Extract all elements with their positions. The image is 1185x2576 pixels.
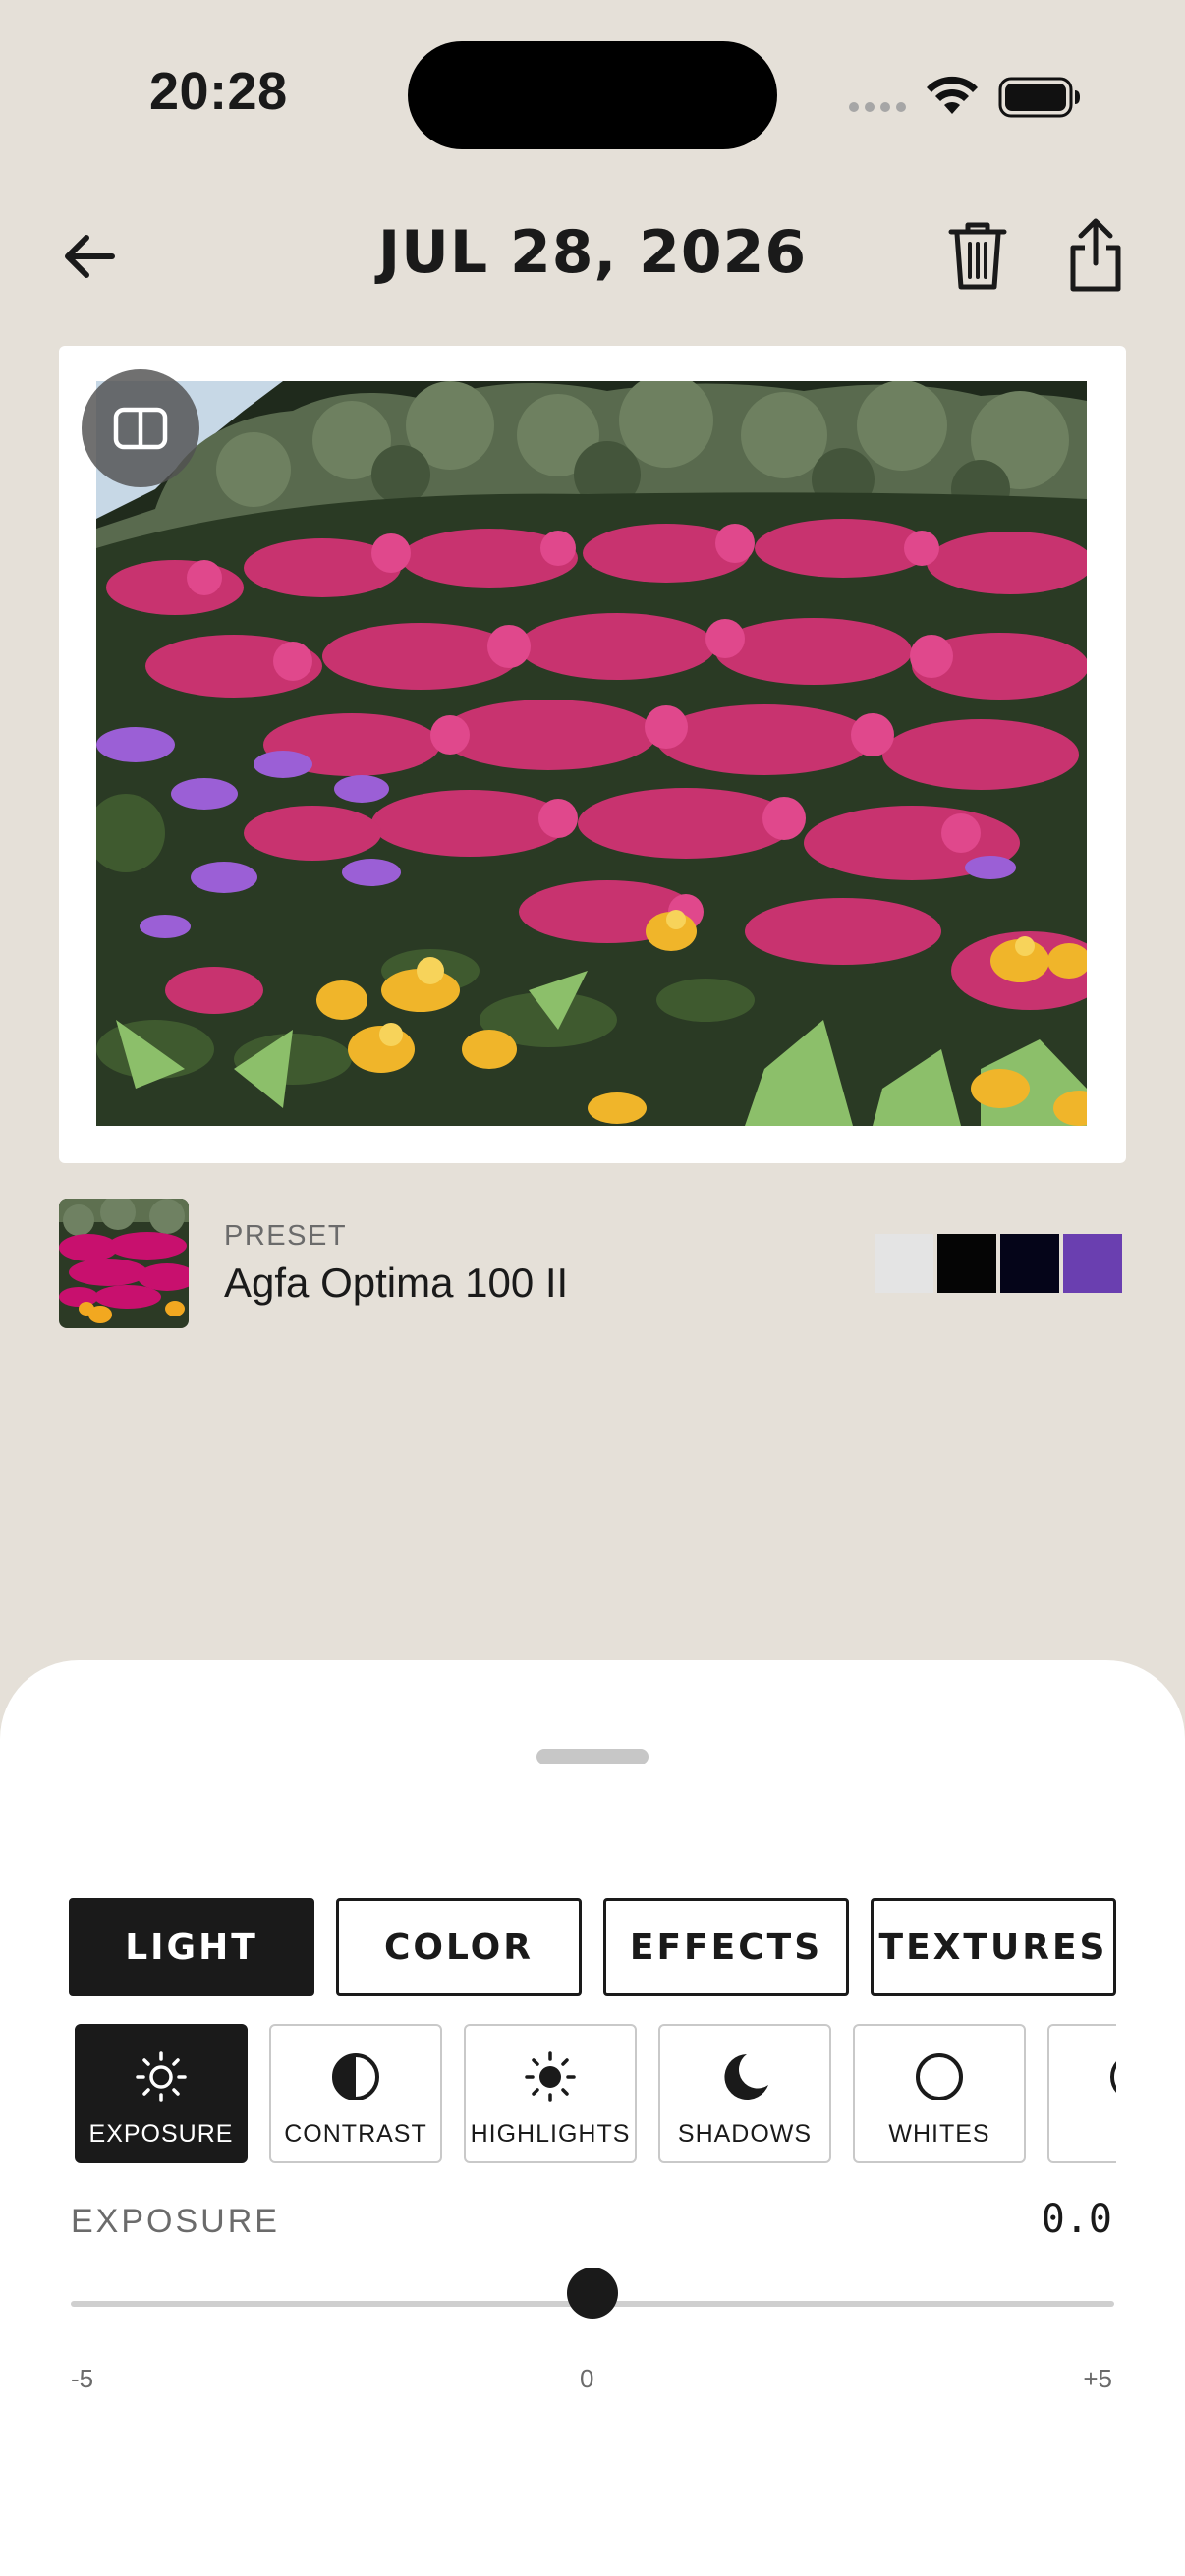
share-icon <box>1070 218 1121 292</box>
tool-blacks[interactable]: BL <box>1047 2024 1116 2163</box>
tool-highlights[interactable]: HIGHLIGHTS <box>464 2024 637 2163</box>
color-swatch <box>875 1234 933 1293</box>
exposure-slider-thumb[interactable] <box>567 2268 618 2319</box>
color-palette <box>875 1234 1122 1293</box>
preset-name[interactable]: Agfa Optima 100 II <box>224 1260 568 1307</box>
dynamic-island <box>408 41 777 149</box>
split-view-icon <box>113 407 168 450</box>
tab-color[interactable]: COLOR <box>336 1898 582 1996</box>
status-time: 20:28 <box>149 62 288 121</box>
moon-icon <box>724 2054 768 2100</box>
tab-light[interactable]: LIGHT <box>69 1898 314 1996</box>
wifi-icon <box>927 76 978 114</box>
half-circle-icon <box>332 2053 379 2100</box>
tool-label: HIGHLIGHTS <box>470 2120 631 2148</box>
tool-label: SHADOWS <box>677 2120 813 2148</box>
trash-icon <box>948 222 1007 290</box>
delete-button[interactable] <box>943 218 1012 293</box>
tool-exposure[interactable]: EXPOSURE <box>75 2024 248 2163</box>
color-swatch <box>937 1234 996 1293</box>
tool-contrast[interactable]: CONTRAST <box>269 2024 442 2163</box>
compare-button[interactable] <box>82 369 199 487</box>
battery-icon <box>998 77 1080 118</box>
color-swatch <box>1063 1234 1122 1293</box>
color-swatch <box>1000 1234 1059 1293</box>
tool-shadows[interactable]: SHADOWS <box>658 2024 831 2163</box>
tool-label: CONTRAST <box>284 2120 427 2148</box>
sun-outline-icon <box>136 2051 187 2102</box>
tool-strip[interactable]: EXPOSURE CONTRAST HIGHLIGHTS SHADOWS WHI… <box>75 2024 1116 2167</box>
cellular-signal-icon <box>849 102 906 112</box>
slider-mid-label: 0 <box>580 2364 594 2393</box>
circle-icon <box>1110 2061 1116 2093</box>
slider-max-label: +5 <box>1083 2364 1112 2393</box>
slider-min-label: -5 <box>71 2364 94 2393</box>
adjustment-value: 0.0 <box>1041 2197 1112 2242</box>
tab-textures[interactable]: TEXTURES <box>871 1898 1116 1996</box>
circle-outline-icon <box>916 2053 963 2100</box>
tool-label: WHITES <box>888 2120 990 2148</box>
preset-caption: PRESET <box>224 1220 348 1252</box>
sun-filled-icon <box>525 2051 576 2102</box>
preset-thumbnail[interactable] <box>59 1199 189 1328</box>
tool-label: EXPOSURE <box>88 2120 234 2148</box>
tool-whites[interactable]: WHITES <box>853 2024 1026 2163</box>
share-button[interactable] <box>1061 216 1130 295</box>
sheet-grabber[interactable] <box>536 1749 649 1764</box>
photo-frame <box>59 346 1126 1163</box>
adjustment-label: EXPOSURE <box>71 2203 280 2240</box>
tab-effects[interactable]: EFFECTS <box>603 1898 849 1996</box>
adjustment-tabs: LIGHT COLOR EFFECTS TEXTURES <box>69 1898 1116 1996</box>
edited-photo[interactable] <box>96 381 1087 1126</box>
